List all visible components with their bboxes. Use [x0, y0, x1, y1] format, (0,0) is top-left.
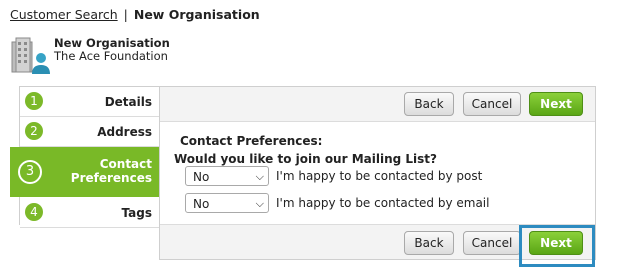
- step-number-badge: 3: [18, 160, 42, 184]
- step-address[interactable]: 2 Address: [20, 117, 160, 147]
- breadcrumb-customer-search-link[interactable]: Customer Search: [10, 7, 118, 22]
- step-label: Address: [97, 125, 152, 139]
- organisation-subtitle: The Ace Foundation: [54, 49, 168, 63]
- back-button[interactable]: Back: [404, 92, 454, 116]
- chevron-down-icon: ⌵: [255, 197, 264, 210]
- email-contact-select-value: No: [193, 197, 210, 211]
- wizard-steps: 1 Details 2 Address 3 Contact Preference…: [10, 86, 161, 228]
- email-contact-select[interactable]: No ⌵: [185, 193, 269, 213]
- organisation-building-icon: [10, 36, 50, 76]
- mailing-list-question: Would you like to join our Mailing List?: [174, 152, 437, 166]
- organisation-name: New Organisation: [54, 36, 170, 50]
- post-contact-label: I'm happy to be contacted by post: [276, 169, 483, 183]
- step-number-badge: 4: [25, 203, 43, 221]
- step-tags[interactable]: 4 Tags: [20, 198, 160, 228]
- top-toolbar: Back Cancel Next: [160, 87, 595, 122]
- breadcrumb-separator: |: [123, 7, 128, 22]
- cancel-button[interactable]: Cancel: [463, 92, 521, 116]
- breadcrumb: Customer Search | New Organisation: [10, 7, 260, 22]
- email-contact-label: I'm happy to be contacted by email: [276, 196, 490, 210]
- step-contact-preferences[interactable]: 3 Contact Preferences: [10, 147, 160, 197]
- post-contact-select-value: No: [193, 170, 210, 184]
- post-contact-select[interactable]: No ⌵: [185, 166, 269, 186]
- step-label-line1: Contact: [99, 157, 152, 171]
- form-title: Contact Preferences:: [180, 134, 323, 148]
- step-number-badge: 2: [25, 122, 43, 140]
- next-button[interactable]: Next: [529, 92, 583, 116]
- cancel-button[interactable]: Cancel: [463, 231, 521, 255]
- breadcrumb-current: New Organisation: [133, 7, 260, 22]
- back-button[interactable]: Back: [404, 231, 454, 255]
- step-details[interactable]: 1 Details: [20, 87, 160, 117]
- step-number-badge: 1: [25, 92, 43, 110]
- step-label: Tags: [121, 206, 152, 220]
- step-label: Contact Preferences: [71, 157, 152, 185]
- step-label-line2: Preferences: [70, 171, 152, 185]
- chevron-down-icon: ⌵: [255, 170, 264, 183]
- step-label: Details: [104, 95, 152, 109]
- next-button-highlight: [519, 225, 595, 267]
